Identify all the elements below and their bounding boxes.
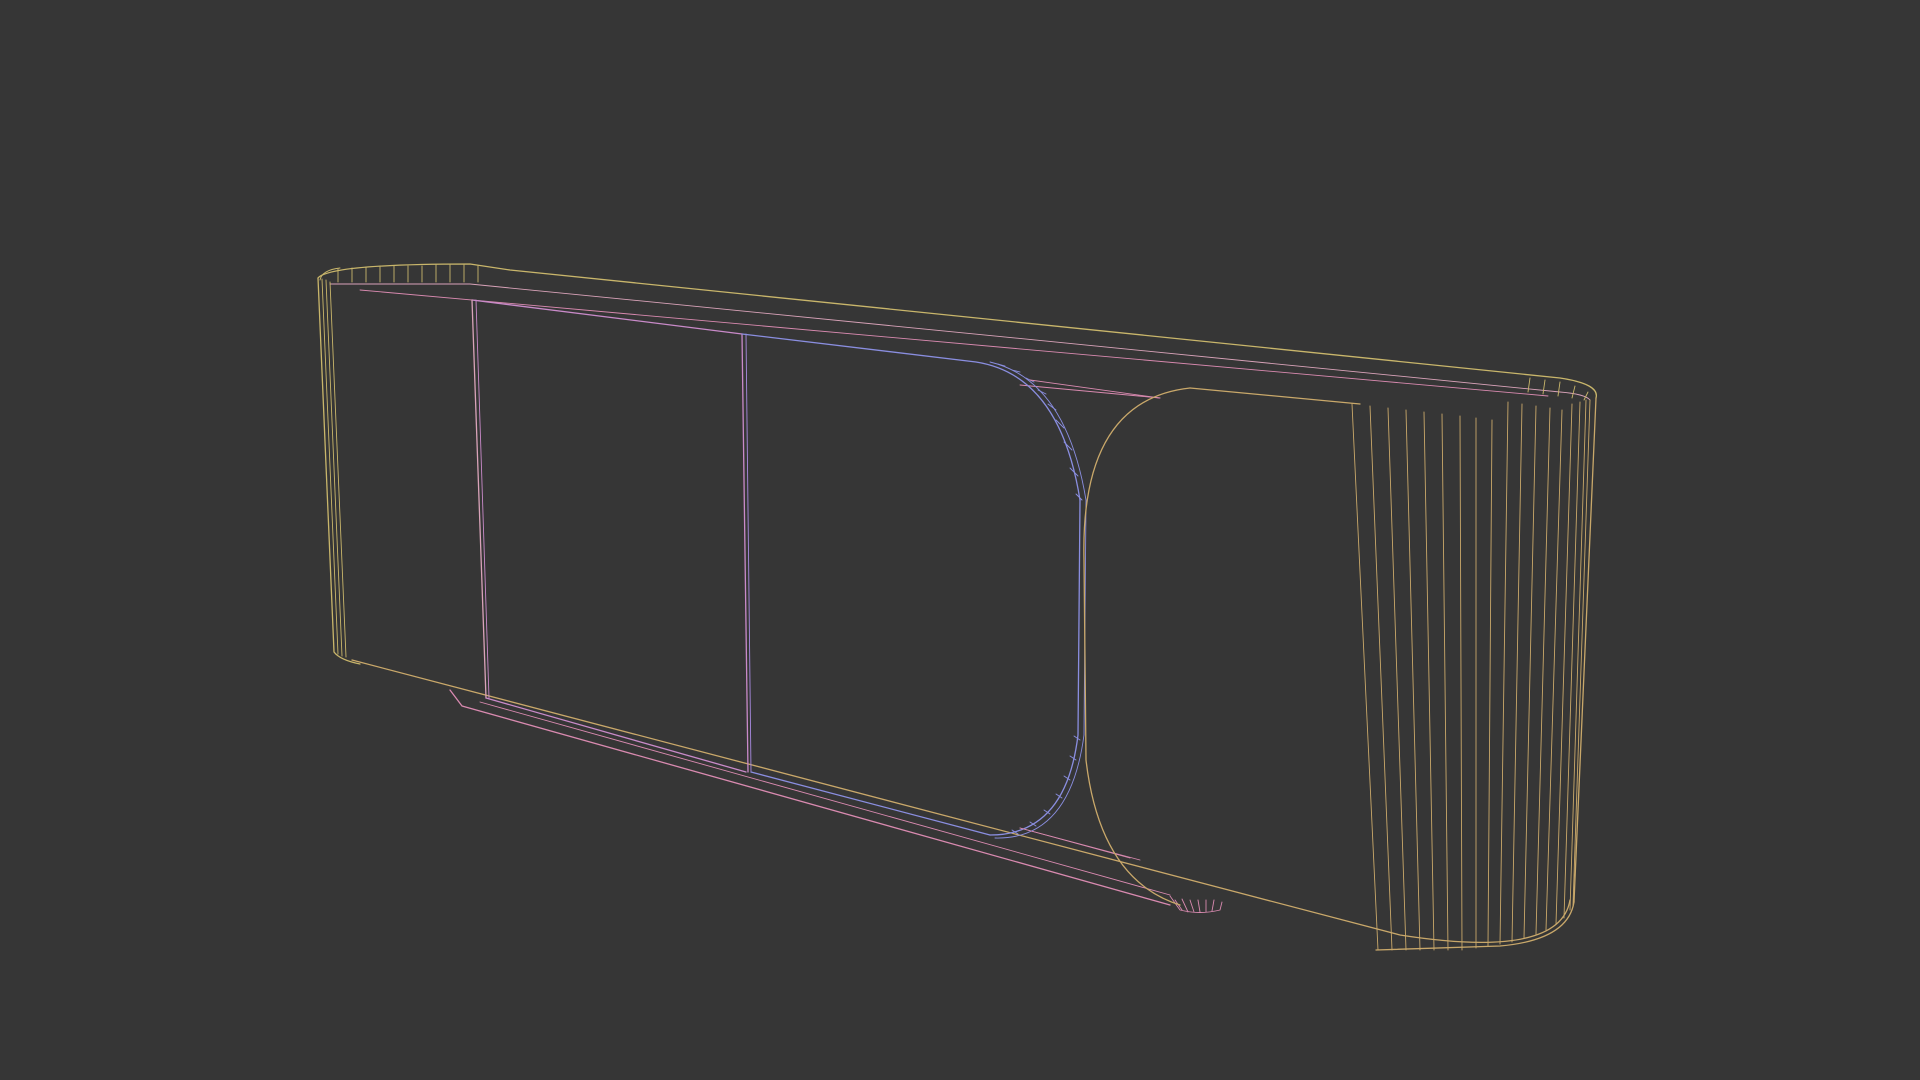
right-door-top <box>1189 387 1361 405</box>
right-door-outline <box>1083 387 1191 906</box>
left-end-ribs <box>319 264 479 283</box>
left-door[interactable] <box>471 299 747 773</box>
right-end-top-ribs <box>1527 377 1589 401</box>
center-door-bottom <box>750 771 991 836</box>
top-rim-outer <box>317 263 1597 399</box>
wireframe-render[interactable] <box>0 0 1920 1080</box>
right-door-rounded[interactable] <box>1083 387 1361 906</box>
left-door-bottom <box>485 697 747 773</box>
fluted-end-panel <box>1351 397 1597 951</box>
flute-lines <box>1351 399 1591 951</box>
bottom-outline <box>351 659 1571 943</box>
left-door-left-edge <box>471 299 487 699</box>
fluted-panel-right-outer <box>1573 397 1597 903</box>
top-inner-back <box>359 289 1549 397</box>
plinth-back <box>479 701 1171 896</box>
center-door-right-edge <box>989 499 1081 836</box>
left-door-left-edge-inner <box>475 299 490 699</box>
center-door-top <box>741 333 1081 501</box>
left-door-top <box>471 299 743 335</box>
center-door[interactable] <box>741 333 1087 839</box>
3d-viewport[interactable] <box>0 0 1920 1080</box>
carcass-shell[interactable] <box>317 263 1597 665</box>
